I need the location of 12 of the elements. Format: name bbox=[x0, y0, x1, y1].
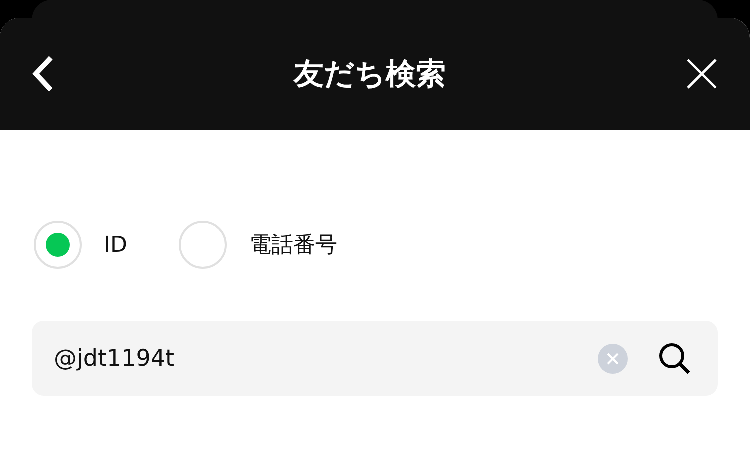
back-button[interactable] bbox=[32, 55, 54, 93]
radio-button[interactable] bbox=[179, 221, 228, 269]
screen-title: 友だち検索 bbox=[294, 56, 446, 94]
radio-label: ID bbox=[104, 232, 128, 258]
search-text: @jdt1194t bbox=[54, 346, 176, 372]
search-field[interactable]: @jdt1194t bbox=[32, 321, 718, 396]
back-icon bbox=[32, 55, 54, 93]
radio-button[interactable] bbox=[34, 221, 82, 269]
close-icon bbox=[686, 58, 718, 90]
close-button[interactable] bbox=[686, 58, 718, 90]
radio-label: 電話番号 bbox=[249, 232, 338, 260]
search-icon[interactable] bbox=[658, 342, 692, 376]
